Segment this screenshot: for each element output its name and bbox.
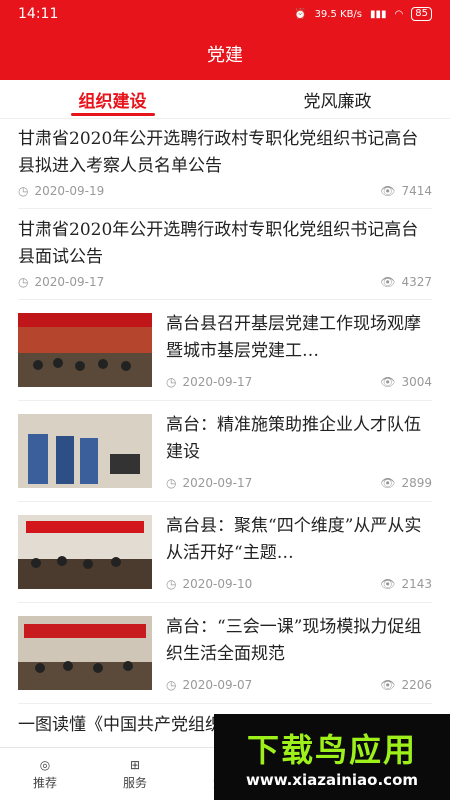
article-date: 2020-09-19: [34, 184, 105, 198]
page-title: 党建: [207, 45, 243, 66]
article-date: 2020-09-07: [182, 678, 253, 692]
list-item[interactable]: 高台：精准施策助推企业人才队伍建设 ◷ 2020-09-17 👁 2899: [18, 401, 432, 502]
eye-icon: 👁: [380, 476, 396, 490]
alarm-icon: ⏰: [294, 8, 307, 20]
clock-icon: ◷: [166, 375, 177, 389]
article-views: 2899: [401, 476, 432, 490]
wifi-icon: ◠: [394, 8, 404, 20]
article-meta: ◷ 2020-09-19 👁 7414: [18, 184, 432, 198]
article-thumbnail: [18, 515, 152, 589]
article-date: 2020-09-10: [182, 577, 253, 591]
article-title: 高台：精准施策助推企业人才队伍建设: [166, 415, 421, 462]
list-item[interactable]: 甘肃省2020年公开选聘行政村专职化党组织书记高台县拟进入考察人员名单公告 ◷ 2…: [18, 118, 432, 209]
eye-icon: 👁: [380, 375, 396, 389]
article-thumbnail: [18, 616, 152, 690]
article-meta: ◷ 2020-09-17 👁 2899: [166, 476, 432, 490]
list-item[interactable]: 高台县召开基层党建工作现场观摩暨城市基层党建工… ◷ 2020-09-17 👁 30…: [18, 300, 432, 401]
article-meta: ◷ 2020-09-07 👁 2206: [166, 678, 432, 692]
clock-icon: ◷: [166, 476, 177, 490]
article-views: 7414: [401, 184, 432, 198]
article-date: 2020-09-17: [34, 275, 105, 289]
clock-icon: ◷: [166, 577, 177, 591]
list-item[interactable]: 高台：“三会一课”现场模拟力促组织生活全面规范 ◷ 2020-09-07 👁 220…: [18, 603, 432, 704]
nav-recommend[interactable]: ◎ 推荐: [0, 748, 90, 800]
status-icons: ⏰ 39.5 KB/s ▮▮▮ ◠ 85: [294, 7, 432, 21]
recommend-icon: ◎: [39, 757, 51, 772]
tab-organization[interactable]: 组织建设: [0, 80, 225, 118]
article-date: 2020-09-17: [182, 476, 253, 490]
nav-label: 服务: [122, 775, 147, 790]
article-meta: ◷ 2020-09-10 👁 2143: [166, 577, 432, 591]
list-item[interactable]: 甘肃省2020年公开选聘行政村专职化党组织书记高台县面试公告 ◷ 2020-09-…: [18, 209, 432, 300]
status-bar: 14:11 ⏰ 39.5 KB/s ▮▮▮ ◠ 85: [0, 0, 450, 28]
article-title: 甘肃省2020年公开选聘行政村专职化党组织书记高台县面试公告: [18, 220, 419, 267]
watermark: 下载鸟应用 www.xiazainiao.com: [214, 714, 450, 800]
list-item[interactable]: 高台县：聚焦“四个维度”从严从实从活开好“主题… ◷ 2020-09-10 👁 21…: [18, 502, 432, 603]
eye-icon: 👁: [380, 678, 396, 692]
status-time: 14:11: [18, 6, 59, 22]
tab-integrity[interactable]: 党风廉政: [225, 80, 450, 118]
nav-service[interactable]: ⊞ 服务: [90, 748, 180, 800]
article-meta: ◷ 2020-09-17 👁 3004: [166, 375, 432, 389]
clock-icon: ◷: [166, 678, 177, 692]
eye-icon: 👁: [380, 275, 396, 289]
article-title: 高台县召开基层党建工作现场观摩暨城市基层党建工…: [166, 314, 421, 361]
article-title: 高台县：聚焦“四个维度”从严从实从活开好“主题…: [166, 516, 422, 563]
app-bar: 党建: [0, 28, 450, 80]
article-meta: ◷ 2020-09-17 👁 4327: [18, 275, 432, 289]
article-title: 甘肃省2020年公开选聘行政村专职化党组织书记高台县拟进入考察人员名单公告: [18, 129, 419, 176]
clock-icon: ◷: [18, 275, 29, 289]
battery-icon: 85: [411, 7, 432, 21]
tab-bar: 组织建设 党风廉政: [0, 80, 450, 119]
clock-icon: ◷: [18, 184, 29, 198]
nav-label: 推荐: [32, 775, 57, 790]
watermark-url: www.xiazainiao.com: [245, 771, 419, 789]
article-list: 甘肃省2020年公开选聘行政村专职化党组织书记高台县拟进入考察人员名单公告 ◷ 2…: [0, 118, 450, 748]
signal-icon: ▮▮▮: [370, 8, 387, 20]
grid-icon: ⊞: [129, 757, 141, 772]
network-speed: 39.5 KB/s: [314, 8, 363, 20]
article-views: 2143: [401, 577, 432, 591]
article-thumbnail: [18, 414, 152, 488]
eye-icon: 👁: [380, 577, 396, 591]
article-thumbnail: [18, 313, 152, 387]
article-views: 4327: [401, 275, 432, 289]
article-title: 高台：“三会一课”现场模拟力促组织生活全面规范: [166, 617, 422, 664]
article-date: 2020-09-17: [182, 375, 253, 389]
watermark-title: 下载鸟应用: [246, 731, 417, 769]
article-views: 3004: [401, 375, 432, 389]
eye-icon: 👁: [380, 184, 396, 198]
article-views: 2206: [401, 678, 432, 692]
